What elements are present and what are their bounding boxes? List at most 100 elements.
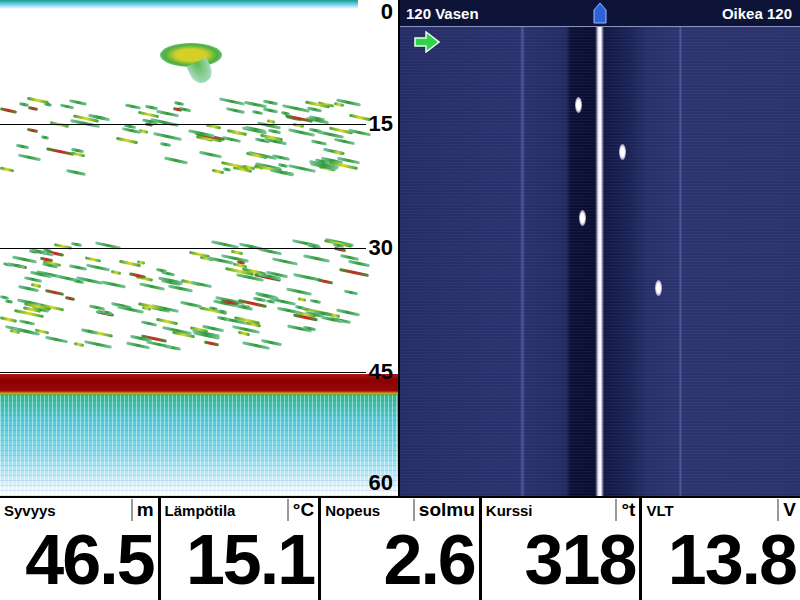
left-range-label: 120 Vasen xyxy=(406,5,479,22)
echo-mark xyxy=(46,148,74,157)
echo-mark xyxy=(129,272,146,278)
echo-mark xyxy=(7,262,25,269)
echo-mark xyxy=(222,136,241,143)
echo-mark xyxy=(311,139,327,145)
surface-clutter xyxy=(0,0,358,9)
echo-mark xyxy=(281,111,291,116)
echo-mark xyxy=(41,135,50,140)
depth-label: 60 xyxy=(367,472,395,494)
echo-mark xyxy=(332,150,344,155)
echo-mark xyxy=(231,250,243,255)
echo-mark xyxy=(349,113,371,120)
echo-mark xyxy=(71,242,83,247)
echo-mark xyxy=(101,281,126,289)
echo-mark xyxy=(204,340,219,346)
echo-mark xyxy=(44,336,67,344)
echo-mark xyxy=(236,304,253,310)
echo-mark xyxy=(259,248,282,256)
echo-mark xyxy=(66,169,87,176)
readout-bar: Syvyysm46.5Lämpötila°C15.1Nopeussolmu2.6… xyxy=(0,496,800,600)
readout-cell: Nopeussolmu2.6 xyxy=(321,498,479,600)
boat-icon xyxy=(593,2,607,24)
readout-label: Kurssi xyxy=(486,502,533,519)
echo-mark xyxy=(12,256,37,264)
fish-echo xyxy=(160,43,222,67)
echo-mark xyxy=(60,104,74,110)
echo-mark xyxy=(238,331,250,336)
echo-mark xyxy=(180,301,202,309)
arrow-right-icon xyxy=(414,31,440,53)
echo-mark xyxy=(219,98,245,106)
echo-mark xyxy=(321,316,344,324)
echo-mark xyxy=(74,341,85,346)
echo-mark xyxy=(348,260,370,268)
echo-mark xyxy=(168,285,193,293)
echo-mark xyxy=(153,132,182,141)
bottom-return xyxy=(0,374,398,395)
echo-mark xyxy=(86,264,110,272)
depth-label: 15 xyxy=(367,113,395,135)
readout-label: Nopeus xyxy=(325,502,380,519)
readout-unit: °t xyxy=(615,499,635,521)
echo-mark xyxy=(261,338,282,345)
echo-mark xyxy=(19,319,35,325)
echo-mark xyxy=(339,268,369,277)
readout-unit: m xyxy=(131,499,154,521)
side-scan-image xyxy=(400,27,800,496)
echo-mark xyxy=(164,157,188,165)
echo-mark xyxy=(16,144,29,150)
echo-mark xyxy=(89,304,105,310)
echo-mark xyxy=(0,295,9,300)
readout-cell: Syvyysm46.5 xyxy=(0,498,158,600)
scan-target xyxy=(655,280,662,296)
scan-target xyxy=(575,97,582,113)
readout-cell: Kurssi °t318 xyxy=(482,498,640,600)
echo-mark xyxy=(0,317,17,323)
echo-mark xyxy=(298,297,307,302)
depth-line xyxy=(0,372,366,373)
readout-value: 318 xyxy=(486,521,636,599)
depth-label: 0 xyxy=(379,1,395,23)
echo-mark xyxy=(295,305,306,310)
readout-unit: °C xyxy=(287,499,314,521)
echo-mark xyxy=(223,167,232,172)
echo-mark xyxy=(69,264,87,271)
readout-label: Lämpötila xyxy=(165,502,236,519)
echo-mark xyxy=(216,316,228,321)
readout-value: 2.6 xyxy=(325,521,475,599)
echo-mark xyxy=(344,290,358,296)
depth-line xyxy=(0,248,366,249)
echo-mark xyxy=(140,321,156,327)
ground-return xyxy=(0,395,398,496)
echo-mark xyxy=(5,299,13,304)
depth-line xyxy=(0,124,366,125)
depth-label: 30 xyxy=(367,237,395,259)
echo-mark xyxy=(263,107,279,113)
echo-mark xyxy=(122,128,141,135)
echo-mark xyxy=(303,255,330,263)
echo-mark xyxy=(23,276,42,283)
echo-mark xyxy=(334,102,344,107)
echo-mark xyxy=(191,281,212,288)
echo-mark xyxy=(252,110,263,115)
echo-mark xyxy=(0,166,15,172)
echo-mark xyxy=(85,256,101,262)
display-area: 015304560120 VasenOikea 120 xyxy=(0,0,800,496)
echo-mark xyxy=(65,296,76,301)
echo-mark xyxy=(28,106,38,111)
echo-mark xyxy=(54,244,73,251)
echo-mark xyxy=(156,317,178,325)
echo-mark xyxy=(272,257,298,265)
echo-mark xyxy=(111,270,121,275)
echo-mark xyxy=(310,299,322,304)
right-range-label: Oikea 120 xyxy=(722,5,792,22)
echo-mark xyxy=(18,154,42,162)
scan-target xyxy=(579,210,586,226)
echo-mark xyxy=(0,107,17,113)
readout-cell: Lämpötila°C15.1 xyxy=(161,498,319,600)
echo-mark xyxy=(334,138,355,145)
side-imaging-header: 120 Vasen Oikea 120 xyxy=(400,0,800,27)
echo-mark xyxy=(19,101,29,106)
scan-target xyxy=(619,144,626,160)
readout-value: 13.8 xyxy=(646,521,796,599)
